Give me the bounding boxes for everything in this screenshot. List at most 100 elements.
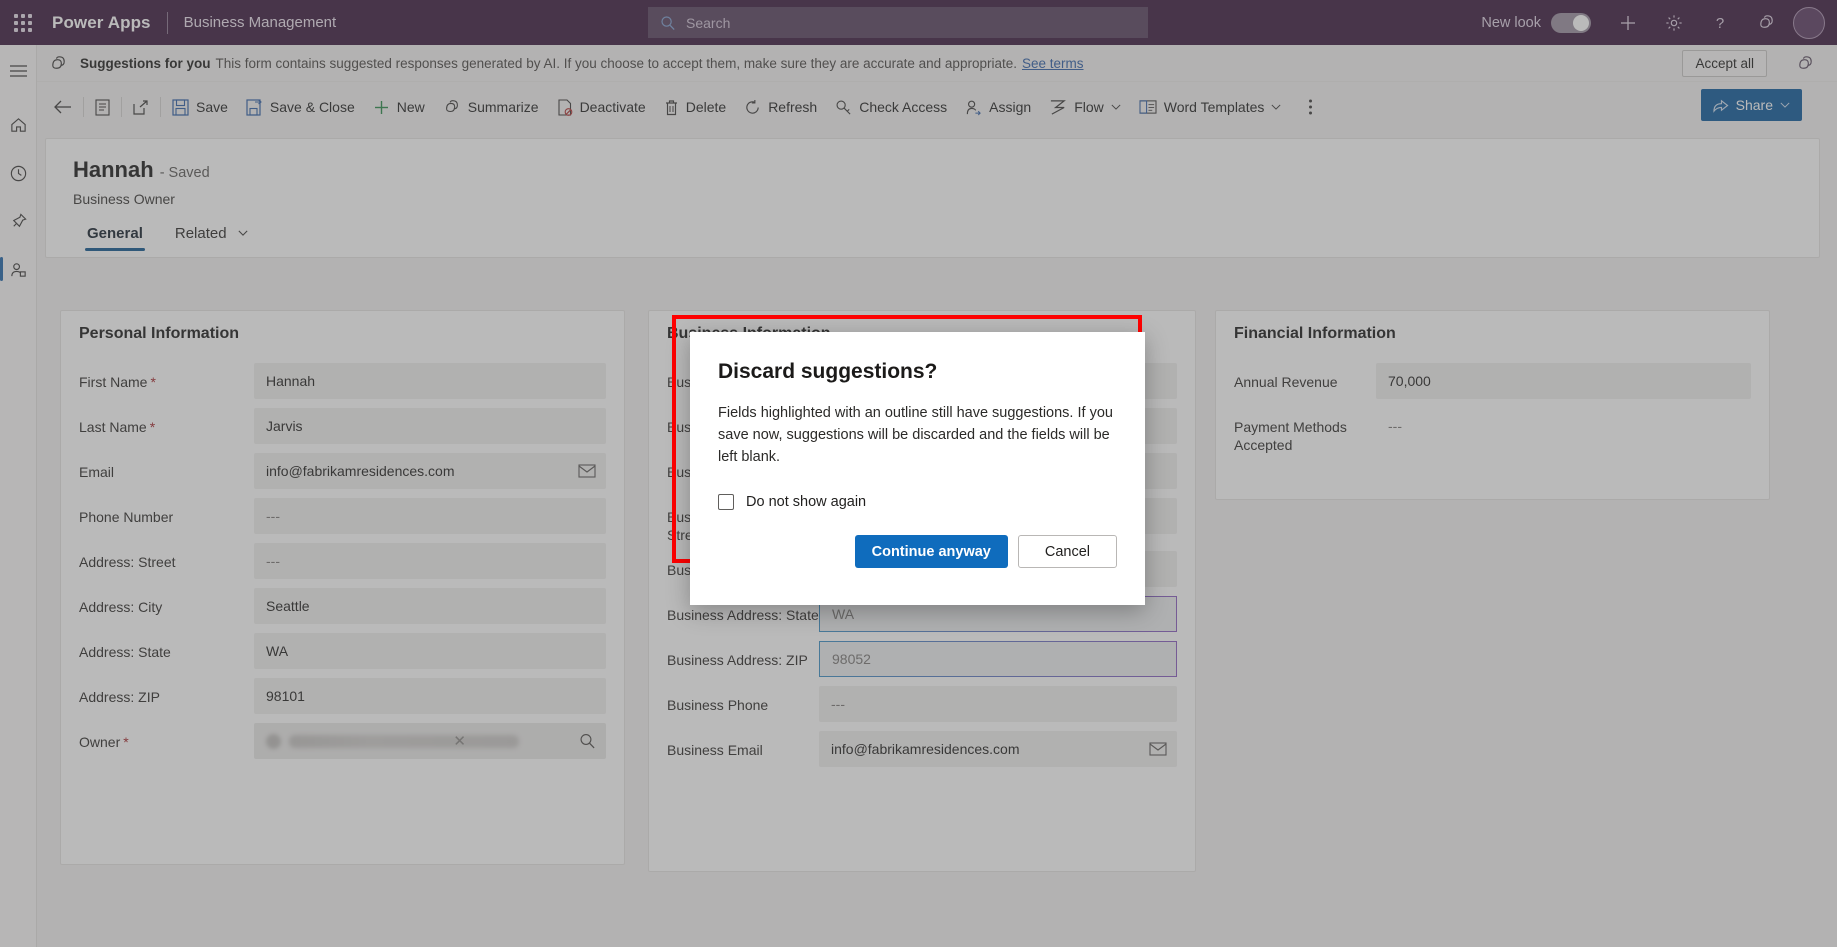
- suite-actions: New look ?: [1481, 0, 1837, 45]
- overflow-menu-button[interactable]: [1290, 89, 1322, 125]
- payment-methods-input[interactable]: ---: [1376, 408, 1751, 444]
- field-label: Address: State: [79, 644, 171, 660]
- word-icon: [1139, 100, 1157, 114]
- recent-icon[interactable]: [0, 153, 37, 193]
- ai-bar-title: Suggestions for you: [80, 55, 211, 71]
- mail-icon[interactable]: [578, 464, 596, 478]
- continue-anyway-button[interactable]: Continue anyway: [854, 535, 1008, 568]
- word-templates-button[interactable]: Word Templates: [1130, 89, 1291, 125]
- delete-button[interactable]: Delete: [655, 89, 735, 125]
- home-icon[interactable]: [0, 105, 37, 145]
- save-and-close-button[interactable]: Save & Close: [237, 89, 364, 125]
- do-not-show-again-checkbox[interactable]: Do not show again: [718, 494, 1117, 510]
- chevron-down-icon: [1111, 104, 1121, 110]
- popout-button[interactable]: [124, 89, 158, 125]
- flow-button[interactable]: Flow: [1040, 89, 1130, 125]
- field-label: Owner *: [79, 734, 129, 750]
- new-look-toggle[interactable]: New look: [1481, 12, 1591, 33]
- dialog-body: Fields highlighted with an outline still…: [718, 405, 1113, 465]
- svg-text:?: ?: [1716, 15, 1724, 32]
- avatar[interactable]: [1793, 6, 1825, 39]
- email-input[interactable]: info@fabrikamresidences.com: [254, 453, 606, 489]
- summarize-button[interactable]: Summarize: [434, 89, 548, 125]
- address-street-input[interactable]: ---: [254, 543, 606, 579]
- pin-icon[interactable]: [0, 201, 37, 241]
- first-name-input[interactable]: Hannah: [254, 363, 606, 399]
- copilot-icon[interactable]: [1743, 0, 1789, 45]
- help-icon[interactable]: ?: [1697, 0, 1743, 45]
- back-button[interactable]: [45, 89, 81, 125]
- share-label: Share: [1735, 97, 1773, 113]
- assign-button[interactable]: Assign: [956, 89, 1040, 125]
- personal-information-section: Personal Information First Name * Hannah …: [60, 310, 625, 865]
- field-label: Annual Revenue: [1234, 374, 1338, 390]
- search-icon[interactable]: [579, 733, 596, 750]
- tab-related-label: Related: [174, 225, 227, 242]
- tab-general[interactable]: General: [73, 219, 157, 251]
- see-terms-link[interactable]: See terms: [1017, 56, 1084, 71]
- search-icon: [661, 15, 675, 30]
- checkbox-box[interactable]: [718, 494, 734, 510]
- deactivate-button[interactable]: Deactivate: [548, 89, 655, 125]
- check-access-button[interactable]: Check Access: [826, 89, 956, 125]
- address-city-input[interactable]: Seattle: [254, 588, 606, 624]
- cancel-button[interactable]: Cancel: [1017, 535, 1117, 568]
- check-access-label: Check Access: [859, 99, 948, 115]
- new-button[interactable]: New: [364, 89, 434, 125]
- assign-label: Assign: [989, 99, 1032, 115]
- search-input[interactable]: Search: [648, 7, 1148, 38]
- field-payment-methods-accepted: Payment Methods Accepted ---: [1234, 408, 1751, 454]
- gear-icon[interactable]: [1651, 0, 1697, 45]
- save-status: - Saved: [159, 165, 210, 181]
- business-address-zip-input[interactable]: 98052: [819, 641, 1177, 677]
- owner-lookup-input[interactable]: ✕: [254, 723, 606, 759]
- field-label: Payment Methods Accepted: [1234, 419, 1347, 453]
- last-name-input[interactable]: Jarvis: [254, 408, 606, 444]
- business-phone-input[interactable]: ---: [819, 686, 1177, 722]
- plus-icon[interactable]: [1605, 0, 1651, 45]
- field-label: Address: City: [79, 599, 163, 615]
- left-rail: [0, 45, 37, 947]
- save-button[interactable]: Save: [163, 89, 237, 125]
- form-tabs: General Related: [73, 219, 262, 251]
- close-icon[interactable]: ✕: [453, 732, 466, 750]
- checkbox-label: Do not show again: [746, 494, 867, 510]
- header-divider: [166, 11, 168, 34]
- personal-fields: First Name * Hannah Last Name * Jarvis Ema…: [79, 363, 606, 768]
- flow-label: Flow: [1074, 99, 1104, 115]
- field-annual-revenue: Annual Revenue 70,000: [1234, 363, 1751, 399]
- word-templates-label: Word Templates: [1163, 99, 1265, 115]
- toggle-switch[interactable]: [1551, 12, 1591, 33]
- accept-all-button[interactable]: Accept all: [1682, 50, 1767, 77]
- copilot-icon[interactable]: [1796, 54, 1815, 78]
- section-title: Personal Information: [79, 325, 240, 342]
- field-address-city: Address: City Seattle: [79, 588, 606, 624]
- tab-related[interactable]: Related: [161, 219, 262, 251]
- share-button[interactable]: Share: [1700, 89, 1802, 121]
- address-state-input[interactable]: WA: [254, 633, 606, 669]
- app-name-label[interactable]: Business Management: [184, 14, 337, 31]
- save-and-close-label: Save & Close: [269, 99, 355, 115]
- refresh-button[interactable]: Refresh: [735, 89, 826, 125]
- chevron-down-icon: [1780, 102, 1790, 108]
- key-icon: [836, 100, 851, 115]
- business-email-input[interactable]: info@fabrikamresidences.com: [819, 731, 1177, 767]
- copilot-icon: [445, 100, 458, 113]
- field-email: Email info@fabrikamresidences.com: [79, 453, 606, 489]
- brand-label[interactable]: Power Apps: [46, 13, 151, 33]
- mail-icon[interactable]: [1149, 742, 1167, 756]
- form-selector-button[interactable]: [86, 89, 119, 125]
- flow-icon: [1051, 99, 1067, 115]
- search-placeholder: Search: [686, 14, 731, 31]
- waffle-icon[interactable]: [0, 0, 46, 45]
- field-owner: Owner * ✕: [79, 723, 606, 759]
- ai-bar-text: This form contains suggested responses g…: [215, 55, 1017, 71]
- dialog-actions: Continue anyway Cancel: [718, 535, 1117, 568]
- address-zip-input[interactable]: 98101: [254, 678, 606, 714]
- divider: [160, 97, 161, 117]
- sidebar-item-contacts[interactable]: [0, 249, 37, 289]
- annual-revenue-input[interactable]: 70,000: [1376, 363, 1751, 399]
- share-icon: [1713, 99, 1729, 113]
- hamburger-icon[interactable]: [0, 51, 37, 91]
- phone-number-input[interactable]: ---: [254, 498, 606, 534]
